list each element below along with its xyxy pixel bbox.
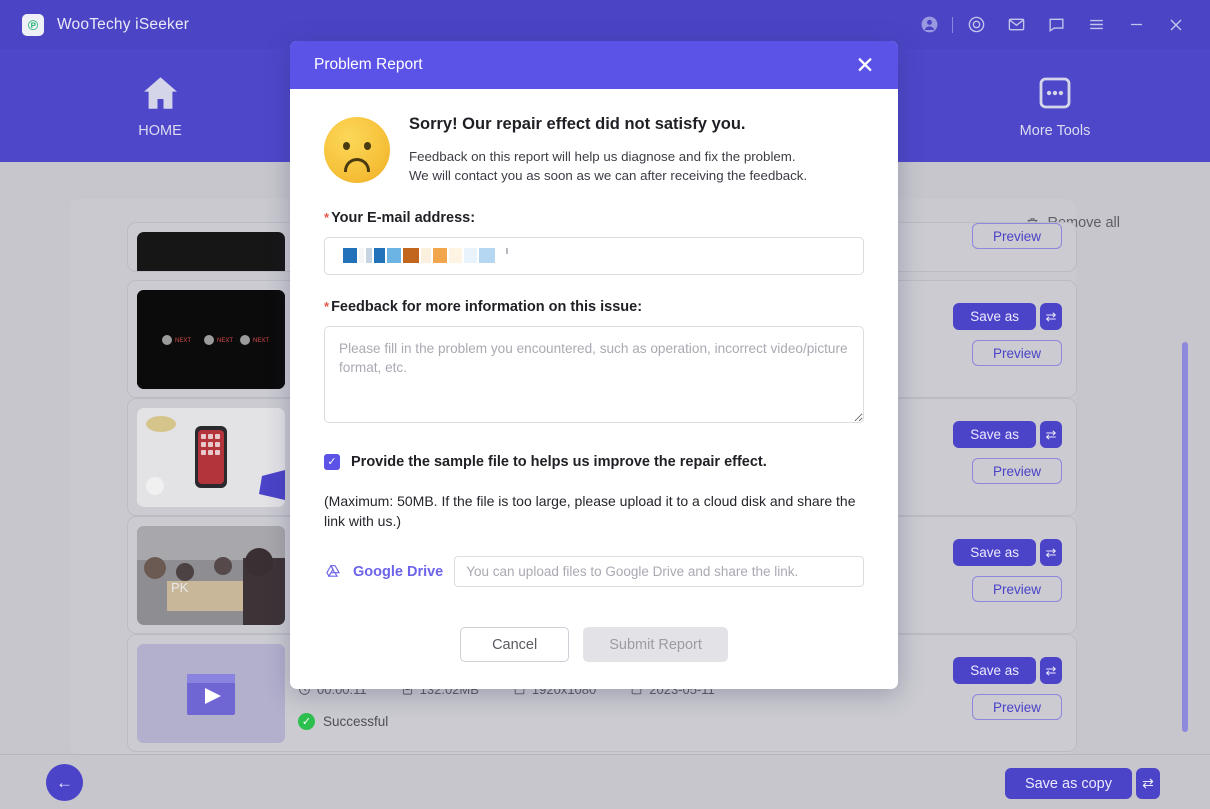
email-required-mark: *	[324, 210, 329, 225]
file-thumbnail	[137, 644, 285, 743]
svg-text:PK: PK	[171, 580, 189, 595]
feedback-label-text: Feedback for more information on this is…	[331, 299, 642, 315]
format-swap-button[interactable]: ⇄	[1040, 303, 1062, 330]
dialog-actions: Cancel Submit Report	[324, 627, 864, 662]
footer-bar: ← Save as copy ⇄	[0, 754, 1210, 809]
chat-icon[interactable]	[1036, 5, 1076, 45]
app-title: WooTechy iSeeker	[57, 16, 189, 34]
nav-item-more-tools[interactable]: More Tools	[955, 49, 1155, 162]
problem-report-dialog: Problem Report ✕ Sorry! Our repair effec…	[290, 41, 898, 689]
format-swap-button[interactable]: ⇄	[1040, 657, 1062, 684]
google-drive-row: Google Drive	[324, 556, 864, 587]
row-action-buttons: Save as ⇄	[942, 421, 1062, 448]
nav-item-home-label: HOME	[138, 123, 182, 139]
file-thumbnail	[137, 232, 285, 272]
status-label: Successful	[323, 714, 388, 729]
app-logo-icon: ℗	[22, 14, 44, 36]
minimize-icon[interactable]	[1116, 5, 1156, 45]
titlebar-icon-group	[909, 5, 1210, 45]
row-action-buttons: Save as ⇄	[942, 539, 1062, 566]
row-actions: Save as ⇄ Preview	[942, 657, 1062, 720]
app-logo-glyph: ℗	[28, 18, 38, 32]
thumbnail-image: NEXT NEXT NEXT	[137, 290, 285, 389]
account-icon[interactable]	[909, 5, 949, 45]
preview-button[interactable]: Preview	[972, 223, 1062, 249]
list-scrollbar[interactable]	[1182, 342, 1188, 732]
save-as-copy-button[interactable]: Save as copy	[1005, 768, 1132, 799]
close-icon[interactable]	[1156, 5, 1196, 45]
row-action-buttons: Save as ⇄	[942, 657, 1062, 684]
file-thumbnail	[137, 408, 285, 507]
email-field[interactable]	[324, 237, 864, 275]
feedback-textarea[interactable]	[324, 326, 864, 423]
dialog-body: Sorry! Our repair effect did not satisfy…	[290, 89, 898, 662]
redacted-email-value	[343, 248, 508, 263]
sample-file-checkbox-row[interactable]: ✓ Provide the sample file to helps us im…	[324, 454, 864, 470]
preview-button[interactable]: Preview	[972, 576, 1062, 602]
format-swap-button[interactable]: ⇄	[1040, 539, 1062, 566]
sad-face-icon	[324, 117, 390, 183]
feedback-label: * Feedback for more information on this …	[324, 299, 864, 315]
footer-format-swap-button[interactable]: ⇄	[1136, 768, 1160, 799]
google-drive-label: Google Drive	[353, 564, 443, 580]
email-label-text: Your E-mail address:	[331, 210, 475, 226]
video-placeholder-icon	[137, 644, 285, 743]
menu-icon[interactable]	[1076, 5, 1116, 45]
svg-text:NEXT: NEXT	[175, 338, 191, 344]
close-icon[interactable]: ✕	[852, 52, 878, 78]
row-action-buttons: Preview	[942, 223, 1062, 249]
save-as-button[interactable]: Save as	[953, 421, 1036, 448]
more-tools-icon	[1034, 72, 1076, 114]
titlebar-divider	[952, 17, 953, 33]
google-drive-icon	[324, 563, 342, 581]
dialog-headline: Sorry! Our repair effect did not satisfy…	[409, 115, 807, 134]
size-limit-note: (Maximum: 50MB. If the file is too large…	[324, 491, 864, 532]
dialog-title: Problem Report	[314, 56, 423, 74]
thumbnail-image: PK	[137, 526, 285, 625]
svg-text:NEXT: NEXT	[217, 338, 233, 344]
row-actions: Save as ⇄ Preview	[942, 421, 1062, 484]
row-actions: Preview	[942, 223, 1062, 249]
thumbnail-image	[137, 408, 285, 507]
file-thumbnail: NEXT NEXT NEXT	[137, 290, 285, 389]
back-button[interactable]: ←	[46, 764, 83, 801]
file-thumbnail: PK	[137, 526, 285, 625]
sample-file-checkbox-label: Provide the sample file to helps us impr…	[351, 454, 767, 470]
intro-text: Sorry! Our repair effect did not satisfy…	[409, 115, 807, 186]
row-actions: Save as ⇄ Preview	[942, 303, 1062, 366]
save-as-button[interactable]: Save as	[953, 657, 1036, 684]
google-drive-link-input[interactable]	[454, 556, 864, 587]
feedback-required-mark: *	[324, 299, 329, 314]
preview-button[interactable]: Preview	[972, 340, 1062, 366]
target-icon[interactable]	[956, 5, 996, 45]
svg-text:NEXT: NEXT	[253, 338, 269, 344]
save-as-button[interactable]: Save as	[953, 539, 1036, 566]
row-action-buttons: Save as ⇄	[942, 303, 1062, 330]
email-label: * Your E-mail address:	[324, 210, 864, 226]
home-icon	[138, 72, 183, 114]
dialog-intro: Sorry! Our repair effect did not satisfy…	[324, 115, 864, 186]
dialog-sub-line-1: Feedback on this report will help us dia…	[409, 147, 807, 166]
mail-icon[interactable]	[996, 5, 1036, 45]
row-actions: Save as ⇄ Preview	[942, 539, 1062, 602]
dialog-header: Problem Report ✕	[290, 41, 898, 89]
success-check-icon: ✓	[298, 713, 315, 730]
nav-item-more-tools-label: More Tools	[1020, 123, 1091, 139]
cancel-button[interactable]: Cancel	[460, 627, 569, 662]
preview-button[interactable]: Preview	[972, 458, 1062, 484]
preview-button[interactable]: Preview	[972, 694, 1062, 720]
footer-actions: Save as copy ⇄	[1005, 768, 1160, 799]
status-badge: ✓ Successful	[298, 713, 388, 730]
submit-report-button[interactable]: Submit Report	[583, 627, 728, 662]
nav-item-home[interactable]: HOME	[60, 49, 260, 162]
save-as-button[interactable]: Save as	[953, 303, 1036, 330]
checkbox-checked-icon[interactable]: ✓	[324, 454, 340, 470]
format-swap-button[interactable]: ⇄	[1040, 421, 1062, 448]
dialog-sub-line-2: We will contact you as soon as we can af…	[409, 166, 807, 185]
